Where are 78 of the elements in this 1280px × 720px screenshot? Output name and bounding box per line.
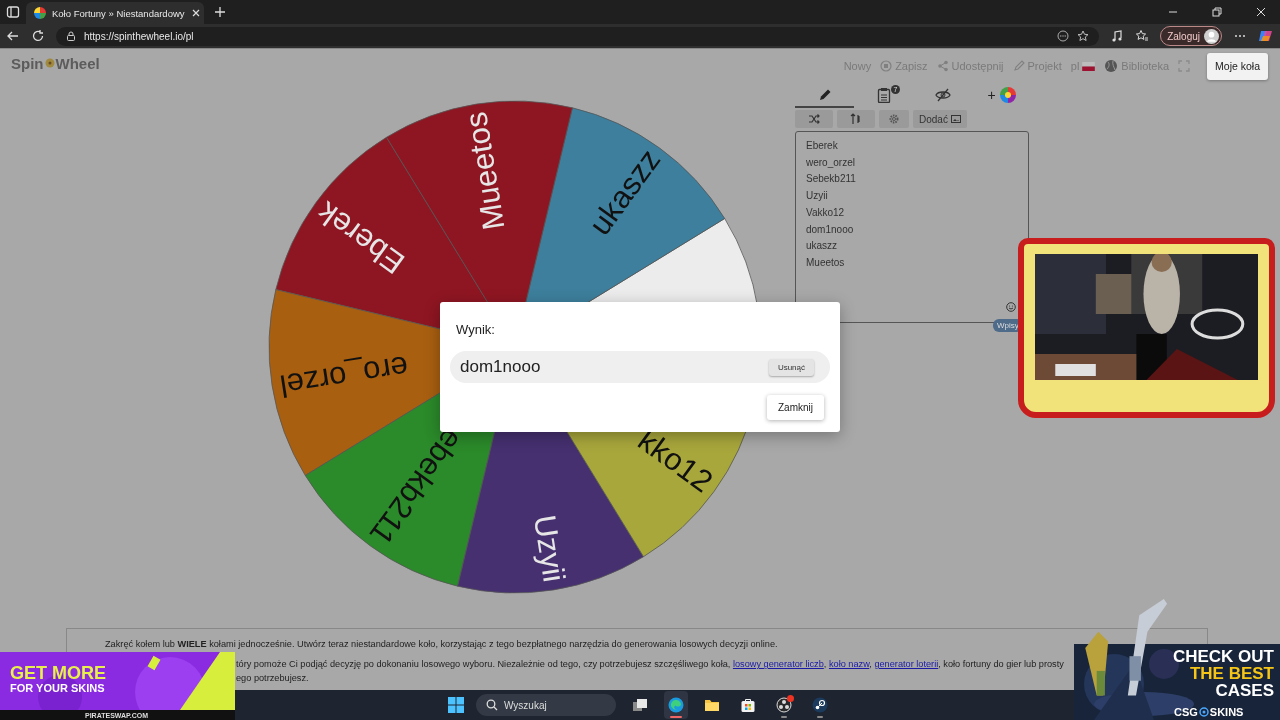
promo-headline: CHECK OUT <box>1172 648 1274 665</box>
globe-icon <box>1104 59 1119 73</box>
brand-icon <box>1198 707 1209 717</box>
search-icon <box>486 699 498 711</box>
wheel-label: Mueetos <box>458 109 512 233</box>
result-text: dom1nooo <box>460 357 542 377</box>
my-wheels-button[interactable]: Moje koła <box>1207 52 1268 80</box>
logo-text[interactable]: Spin <box>11 54 44 72</box>
entry-text: dom1nooo <box>806 222 854 237</box>
promo-headline: CASES <box>1215 682 1274 699</box>
lock-icon <box>66 31 76 41</box>
pencil-icon <box>817 88 832 102</box>
settings-icon <box>888 113 900 125</box>
more-options-icon[interactable] <box>1057 30 1070 42</box>
entry-text: Eberek <box>806 139 838 153</box>
description-text: ego potrzebujesz. <box>236 672 309 684</box>
image-icon <box>950 114 961 124</box>
taskbar-search-field[interactable]: Wyszukaj <box>476 694 616 716</box>
eye-slash-icon <box>934 87 951 103</box>
sort-icon <box>850 113 862 125</box>
avatar-icon <box>1204 28 1219 44</box>
brand-text: CSG <box>1174 706 1198 718</box>
reload-icon[interactable] <box>31 29 45 43</box>
entry-text: Mueetos <box>806 255 845 270</box>
close-icon[interactable] <box>1256 7 1266 17</box>
close-button[interactable]: Zamknij <box>767 395 824 420</box>
logo-wheel-icon <box>44 58 55 68</box>
back-icon[interactable] <box>6 29 20 43</box>
copilot-icon[interactable] <box>1258 28 1274 44</box>
entry-text: Sebekb211 <box>806 172 856 187</box>
address-bar[interactable]: https://spinthewheel.io/pl <box>56 26 1100 46</box>
favorites-icon[interactable] <box>1135 29 1150 43</box>
tool-button[interactable]: Dodać <box>913 110 967 128</box>
save-icon <box>880 60 893 72</box>
promo-headline: GET MORE <box>10 664 106 682</box>
site-icon <box>34 7 46 19</box>
entry-text: Uzyii <box>806 189 828 204</box>
browser-icon <box>668 697 684 713</box>
close-tab-icon[interactable] <box>190 8 201 18</box>
pencil-icon <box>1012 60 1025 72</box>
taskbar-app[interactable] <box>664 691 688 719</box>
description-text: Zakręć kołem lub WIELE kołami jednocześnie. Utwórz teraz niestandardowe koło, korzystając z tego bezpłatnego narzędzia do generowania losowych decyzji online. <box>105 638 778 650</box>
record-app-icon <box>776 697 792 713</box>
remove-button[interactable]: Usunąć <box>768 358 814 376</box>
logo-text[interactable]: Wheel <box>55 54 100 72</box>
promo-subline: FOR YOUR SKINS <box>10 682 106 695</box>
wheel-label: ero_orzel <box>277 349 411 404</box>
editor-tab[interactable]: + <box>972 84 1031 108</box>
music-icon[interactable] <box>1110 29 1125 43</box>
steam-icon <box>812 697 828 713</box>
promo-banner[interactable]: CHECK OUT THE BEST CASES CSG SKINS <box>1074 644 1280 720</box>
tool-button[interactable] <box>795 110 833 128</box>
folder-icon <box>704 697 720 713</box>
wheel-label: Uzyii <box>526 512 572 585</box>
entry-text: ukaszz <box>806 239 838 254</box>
dialog-title: Wynik: <box>456 322 495 337</box>
new-tab-icon[interactable] <box>214 6 226 18</box>
text-link[interactable]: losowy generator liczb <box>732 659 824 669</box>
store-icon <box>740 697 756 713</box>
entry-text: Vakko12 <box>806 205 845 220</box>
tab-actions-icon[interactable] <box>6 5 20 19</box>
description-text: tóry pomoże Ci podjąć decyzję po dokonaniu losowego wyboru. Niezależnie od tego, czy potrzebujesz szczęśliwego koła, losowy generator liczb, koło nazw, generator loterii, koło fortuny do gier lub prosty <box>236 658 1064 670</box>
restore-icon[interactable] <box>1212 7 1222 17</box>
star-icon[interactable] <box>1077 30 1090 42</box>
tab-title: Koło Fortuny » Niestandardowy <box>52 7 185 19</box>
emoji-icon[interactable] <box>1006 302 1016 312</box>
clipboard-icon <box>875 87 892 103</box>
color-wheel-icon <box>999 87 1016 103</box>
shuffle-icon <box>808 113 820 125</box>
entry-text: wero_orzel <box>806 155 855 170</box>
browser-tab[interactable]: Koło Fortuny » Niestandardowy <box>26 2 204 24</box>
windows-icon <box>632 697 648 713</box>
sign-in-button[interactable]: Zaloguj <box>1160 26 1222 46</box>
windows-start-icon[interactable] <box>448 697 464 713</box>
promo-headline: THE BEST <box>1189 665 1274 682</box>
share-icon <box>936 60 949 72</box>
brand-text: SKINS <box>1209 706 1244 718</box>
flag-icon <box>1082 61 1096 71</box>
